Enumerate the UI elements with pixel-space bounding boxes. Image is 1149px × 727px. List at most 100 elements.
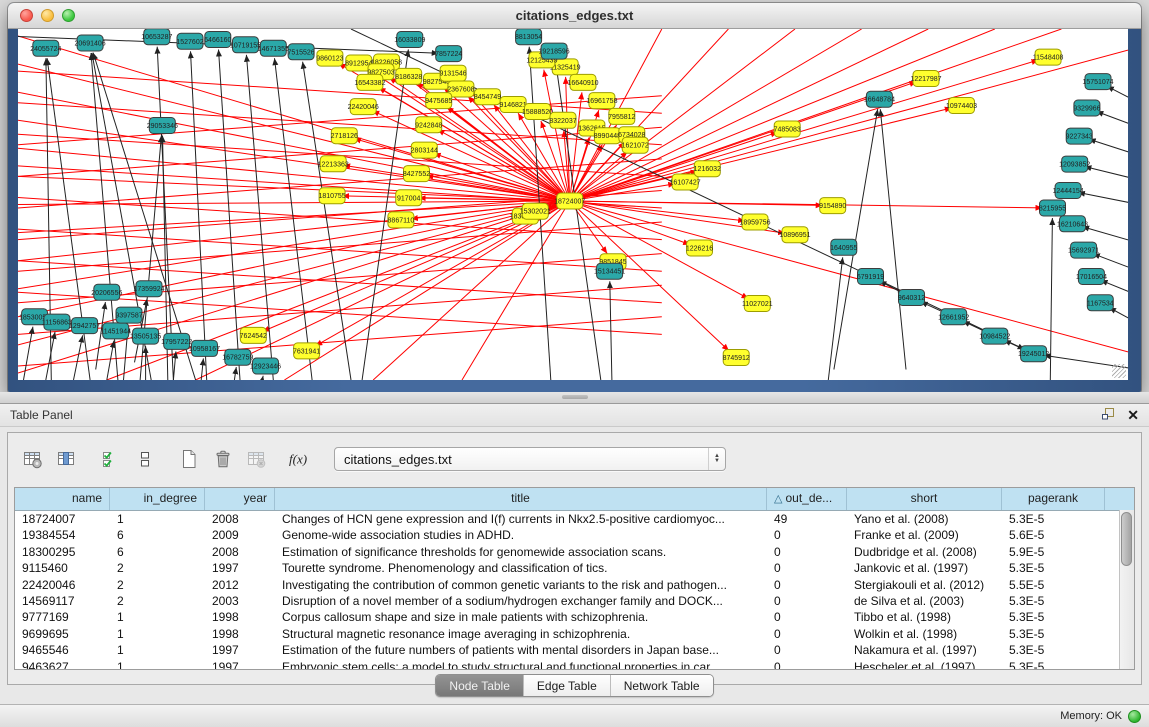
network-window-titlebar[interactable]: citations_edges.txt [8, 3, 1141, 29]
split-divider[interactable] [0, 392, 1149, 403]
cell-year[interactable]: 1998 [205, 626, 275, 642]
cell-name[interactable]: 9115460 [15, 560, 110, 576]
graph-node[interactable]: 16210643 [1057, 216, 1088, 232]
graph-node[interactable]: 12661952 [938, 309, 969, 325]
graph-node[interactable]: 7955812 [608, 108, 635, 124]
cell-out_degree[interactable]: 49 [767, 511, 847, 527]
graph-edge[interactable] [74, 335, 83, 380]
cell-short[interactable]: Nakamura et al. (1997) [847, 642, 1002, 658]
graph-edge[interactable] [157, 47, 173, 380]
network-canvas[interactable]: 18724007 18300295 9860123 8912954 182260… [18, 29, 1128, 380]
cell-title[interactable]: Disruption of a novel member of a sodium… [275, 593, 767, 609]
graph-node[interactable]: 1527602 [176, 33, 203, 49]
cell-title[interactable]: Embryonic stem cells: a model to study s… [275, 659, 767, 670]
graph-edge[interactable] [234, 367, 236, 380]
cell-short[interactable]: Wolkin et al. (1998) [847, 626, 1002, 642]
cell-in_degree[interactable]: 6 [110, 544, 205, 560]
graph-node[interactable]: 7485083 [774, 121, 801, 137]
cell-out_degree[interactable]: 0 [767, 527, 847, 543]
graph-node[interactable]: 9860123 [316, 50, 343, 66]
cell-pagerank[interactable]: 5.3E-5 [1002, 593, 1105, 609]
cell-name[interactable]: 18724007 [15, 511, 110, 527]
graph-node[interactable]: 10653287 [141, 29, 172, 45]
cell-short[interactable]: de Silva et al. (2003) [847, 593, 1002, 609]
cell-year[interactable]: 1998 [205, 609, 275, 625]
graph-edge[interactable] [191, 51, 207, 380]
cell-out_degree[interactable]: 0 [767, 609, 847, 625]
graph-node[interactable]: 12213363 [318, 156, 349, 172]
graph-node[interactable]: 1621072 [622, 137, 649, 153]
graph-node[interactable]: 17016504 [1076, 269, 1107, 285]
graph-node[interactable]: 12093852 [1059, 156, 1090, 172]
column-header-short[interactable]: short [847, 488, 1002, 510]
cell-in_degree[interactable]: 1 [110, 659, 205, 670]
table-row[interactable]: 1872400712008Changes of HCN gene express… [15, 511, 1134, 527]
graph-node[interactable]: 16543382 [354, 74, 385, 90]
table-row[interactable]: 946362711997Embryonic stem cells: a mode… [15, 659, 1134, 670]
select-columns-icon[interactable] [96, 444, 126, 474]
cell-name[interactable]: 9463627 [15, 659, 110, 670]
cell-title[interactable]: Estimation of the future numbers of pati… [275, 642, 767, 658]
graph-node[interactable]: 9227343 [1066, 128, 1093, 144]
graph-node[interactable]: 15302021 [520, 203, 551, 219]
graph-edge[interactable] [24, 327, 33, 380]
graph-node[interactable]: 9640312 [898, 290, 925, 306]
close-panel-icon[interactable]: ✕ [1127, 409, 1139, 421]
graph-node[interactable]: 11156863 [42, 314, 72, 330]
cell-title[interactable]: Structural magnetic resonance image aver… [275, 626, 767, 642]
cell-out_degree[interactable]: 0 [767, 560, 847, 576]
graph-node[interactable]: 19245012 [1018, 346, 1049, 362]
cell-in_degree[interactable]: 1 [110, 642, 205, 658]
cell-in_degree[interactable]: 2 [110, 593, 205, 609]
cell-year[interactable]: 1997 [205, 642, 275, 658]
graph-node[interactable]: 8813054 [515, 29, 542, 45]
cell-in_degree[interactable]: 1 [110, 609, 205, 625]
cell-short[interactable]: Jankovic et al. (1997) [847, 560, 1002, 576]
graph-node[interactable]: 17957222 [161, 333, 192, 349]
graph-node[interactable]: 12217987 [910, 71, 941, 87]
cell-year[interactable]: 1997 [205, 560, 275, 576]
graph-node[interactable]: 1810755 [318, 188, 345, 204]
graph-edge[interactable] [570, 201, 749, 299]
cell-pagerank[interactable]: 5.5E-5 [1002, 577, 1105, 593]
graph-node[interactable]: 1216032 [694, 161, 721, 177]
graph-node[interactable]: 15692971 [1068, 242, 1099, 258]
graph-node[interactable]: 16033809 [394, 32, 425, 48]
cell-in_degree[interactable]: 1 [110, 511, 205, 527]
table-row[interactable]: 911546021997Tourette syndrome. Phenomeno… [15, 560, 1134, 576]
cell-short[interactable]: Hescheler et al. (1997) [847, 659, 1002, 670]
table-scrollbar[interactable] [1119, 510, 1134, 669]
cell-title[interactable]: Tourette syndrome. Phenomenology and cla… [275, 560, 767, 576]
graph-node[interactable]: 20206556 [91, 284, 122, 300]
cell-short[interactable]: Tibbo et al. (1998) [847, 609, 1002, 625]
column-header-in_degree[interactable]: in_degree [110, 488, 205, 510]
graph-node[interactable]: 9397587 [115, 307, 142, 323]
graph-node[interactable]: 1167534 [1087, 295, 1114, 311]
cell-year[interactable]: 2003 [205, 593, 275, 609]
graph-node[interactable]: 9154890 [819, 198, 846, 214]
cell-pagerank[interactable]: 5.3E-5 [1002, 609, 1105, 625]
graph-node[interactable]: 10719155 [230, 37, 261, 53]
cell-pagerank[interactable]: 5.3E-5 [1002, 560, 1105, 576]
cell-short[interactable]: Yano et al. (2008) [847, 511, 1002, 527]
table-row[interactable]: 969969511998Structural magnetic resonanc… [15, 626, 1134, 642]
cell-year[interactable]: 2008 [205, 511, 275, 527]
graph-node[interactable]: 2718126 [331, 128, 358, 144]
cell-pagerank[interactable]: 5.6E-5 [1002, 527, 1105, 543]
table-row[interactable]: 1938455462009Genome-wide association stu… [15, 527, 1134, 543]
column-header-year[interactable]: year [205, 488, 275, 510]
scrollbar-thumb[interactable] [1121, 512, 1132, 566]
graph-node[interactable]: 10896951 [779, 227, 810, 243]
graph-edge[interactable] [1101, 280, 1128, 296]
graph-node[interactable]: 12923446 [250, 358, 281, 374]
cell-name[interactable]: 19384554 [15, 527, 110, 543]
cell-name[interactable]: 18300295 [15, 544, 110, 560]
table-row[interactable]: 2242004622012Investigating the contribut… [15, 577, 1134, 593]
graph-node[interactable]: 9131546 [439, 65, 466, 81]
graph-node[interactable]: 18959756 [739, 214, 770, 230]
cell-short[interactable]: Franke et al. (2009) [847, 527, 1002, 543]
cell-in_degree[interactable]: 2 [110, 577, 205, 593]
graph-edge[interactable] [262, 376, 263, 380]
create-column-icon[interactable] [174, 444, 204, 474]
cell-title[interactable]: Corpus callosum shape and size in male p… [275, 609, 767, 625]
